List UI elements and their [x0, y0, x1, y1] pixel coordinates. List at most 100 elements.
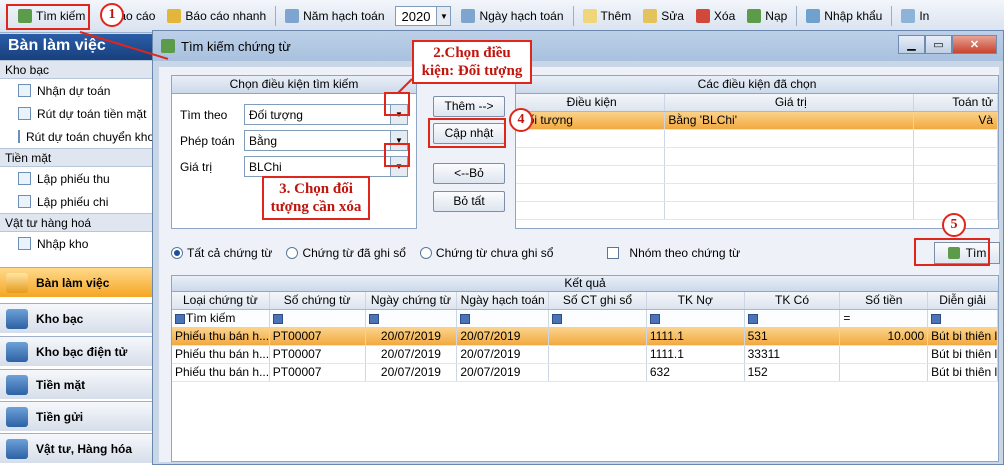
nav-treasury[interactable]: Kho bạc: [0, 303, 152, 333]
load-button[interactable]: Nạp: [741, 4, 793, 28]
column-header[interactable]: Số tiền: [840, 292, 929, 309]
filter-icon: [368, 313, 379, 324]
calendar-icon: [285, 9, 300, 23]
fiscal-year-label: Năm hạch toán: [279, 4, 390, 28]
sidebar-item[interactable]: Lập phiếu thu: [0, 167, 152, 190]
add-condition-button[interactable]: Thêm -->: [433, 96, 505, 117]
main-toolbar: Tìm kiếm Báo cáo Báo cáo nhanh Năm hạch …: [0, 0, 1004, 33]
value-select[interactable]: BLChi ▼: [244, 156, 408, 177]
column-header[interactable]: Số CT ghi sổ: [549, 292, 647, 309]
cell: Bằng 'BLChi': [665, 112, 915, 129]
table-row[interactable]: Phiếu thu bán h... PT00007 20/07/2019 20…: [172, 364, 998, 382]
column-header[interactable]: TK Có: [745, 292, 841, 309]
minimize-button[interactable]: ▁: [898, 35, 925, 54]
close-button[interactable]: ✕: [952, 35, 997, 54]
step-1-marker: 1: [100, 3, 124, 27]
chevron-down-icon[interactable]: ▼: [390, 157, 407, 176]
operator-select[interactable]: Bằng ▼: [244, 130, 408, 151]
find-button[interactable]: Tìm: [934, 242, 1000, 264]
toolbar-separator: [572, 6, 574, 26]
radio-icon: [286, 247, 299, 259]
cell: Đối tượng: [516, 112, 666, 129]
document-icon: [18, 237, 31, 250]
sidebar-group-inventory[interactable]: Vật tư hàng hoá: [0, 213, 152, 232]
update-condition-button[interactable]: Cập nhật: [433, 123, 505, 144]
sidebar-item[interactable]: Nhập kho: [0, 232, 152, 255]
filter-cell[interactable]: [549, 310, 647, 327]
filter-cell[interactable]: Tìm kiếm: [172, 310, 270, 327]
nav-e-treasury[interactable]: Kho bạc điện tử: [0, 336, 152, 366]
add-button[interactable]: Thêm: [577, 4, 638, 28]
remove-condition-button[interactable]: <--Bỏ: [433, 163, 505, 184]
column-header[interactable]: Toán tử: [914, 94, 998, 111]
cell: Phiếu thu bán h...: [172, 346, 270, 363]
operator-row: Phép toán Bằng ▼: [180, 130, 408, 151]
document-icon: [18, 195, 31, 208]
sidebar-item[interactable]: Lập phiếu chi: [0, 190, 152, 213]
sidebar-item[interactable]: Nhận dự toán: [0, 79, 152, 102]
value-row: Giá trị BLChi ▼: [180, 156, 408, 177]
posting-date-button[interactable]: Ngày hạch toán: [455, 4, 569, 28]
search-voucher-dialog: Tìm kiếm chứng từ ▁ ▭ ✕ Chọn điều kiện t…: [152, 30, 1004, 465]
nav-cash[interactable]: Tiền mặt: [0, 369, 152, 399]
delete-button[interactable]: Xóa: [690, 4, 741, 28]
sidebar-group-treasury[interactable]: Kho bạc: [0, 60, 152, 79]
filter-icon: [649, 313, 660, 324]
search-by-row: Tìm theo Đối tượng ▼: [180, 104, 408, 125]
fiscal-year-select[interactable]: 2020 ▼: [394, 6, 452, 26]
column-header[interactable]: Diễn giải: [928, 292, 998, 309]
sidebar-group-cash[interactable]: Tiền mặt: [0, 148, 152, 167]
column-header[interactable]: Giá trị: [665, 94, 915, 111]
group-by-voucher-checkbox[interactable]: Nhóm theo chứng từ: [607, 246, 740, 260]
cell: [549, 328, 647, 345]
delete-icon: [695, 9, 710, 23]
nav-deposits[interactable]: Tiền gửi: [0, 401, 152, 431]
radio-unposted-vouchers[interactable]: Chứng từ chưa ghi sổ: [419, 246, 553, 260]
table-row: [516, 148, 998, 166]
dialog-title-bar[interactable]: Tìm kiếm chứng từ: [153, 31, 1003, 61]
import-button[interactable]: Nhập khẩu: [800, 4, 888, 28]
filter-cell[interactable]: [647, 310, 745, 327]
filter-cell[interactable]: [457, 310, 550, 327]
column-header[interactable]: TK Nợ: [647, 292, 745, 309]
search-by-select[interactable]: Đối tượng ▼: [244, 104, 408, 125]
results-title: Kết quả: [172, 276, 998, 292]
column-header[interactable]: Ngày chứng từ: [366, 292, 458, 309]
filter-cell[interactable]: [928, 310, 998, 327]
remove-all-button[interactable]: Bỏ tất: [433, 191, 505, 212]
nav-desk[interactable]: Bàn làm việc: [0, 267, 152, 297]
column-header[interactable]: Điều kiện: [516, 94, 666, 111]
quick-report-button[interactable]: Báo cáo nhanh: [161, 4, 272, 28]
table-row: [516, 166, 998, 184]
sidebar-item[interactable]: Rút dự toán tiền mặt: [0, 102, 152, 125]
filter-cell[interactable]: [745, 310, 841, 327]
chevron-down-icon[interactable]: ▼: [390, 131, 407, 150]
cell: Phiếu thu bán h...: [172, 328, 270, 345]
selected-conditions-panel: Các điều kiện đã chọn Điều kiện Giá trị …: [515, 75, 999, 229]
sidebar: Bàn làm việc Kho bạc Nhận dự toán Rút dự…: [0, 34, 153, 465]
print-button[interactable]: In: [895, 4, 935, 28]
cell: Bút bi thiên l: [928, 346, 998, 363]
edit-button[interactable]: Sửa: [637, 4, 690, 28]
table-row[interactable]: Phiếu thu bán h... PT00007 20/07/2019 20…: [172, 328, 998, 346]
search-toolbar-button[interactable]: Tìm kiếm: [12, 4, 91, 28]
table-row[interactable]: Phiếu thu bán h... PT00007 20/07/2019 20…: [172, 346, 998, 364]
filter-icon: [272, 313, 283, 324]
filter-cell[interactable]: [270, 310, 366, 327]
cell: Phiếu thu bán h...: [172, 364, 270, 381]
filter-cell[interactable]: [366, 310, 458, 327]
filter-cell[interactable]: =: [840, 310, 929, 327]
sidebar-item[interactable]: Rút dự toán chuyển khoản: [0, 125, 152, 148]
column-header[interactable]: Loại chứng từ: [172, 292, 270, 309]
selected-grid-header: Điều kiện Giá trị Toán tử: [516, 94, 998, 112]
calendar-icon: [461, 9, 476, 23]
maximize-button[interactable]: ▭: [925, 35, 952, 54]
radio-all-vouchers[interactable]: Tất cả chứng từ: [171, 246, 272, 260]
nav-inventory[interactable]: Vật tư, Hàng hóa: [0, 433, 152, 463]
column-header[interactable]: Ngày hạch toán: [457, 292, 550, 309]
document-icon: [18, 84, 31, 97]
radio-posted-vouchers[interactable]: Chứng từ đã ghi sổ: [286, 246, 406, 260]
column-header[interactable]: Số chứng từ: [270, 292, 366, 309]
chevron-down-icon[interactable]: ▼: [390, 105, 407, 124]
table-row[interactable]: Đối tượng Bằng 'BLChi' Và: [516, 112, 998, 130]
